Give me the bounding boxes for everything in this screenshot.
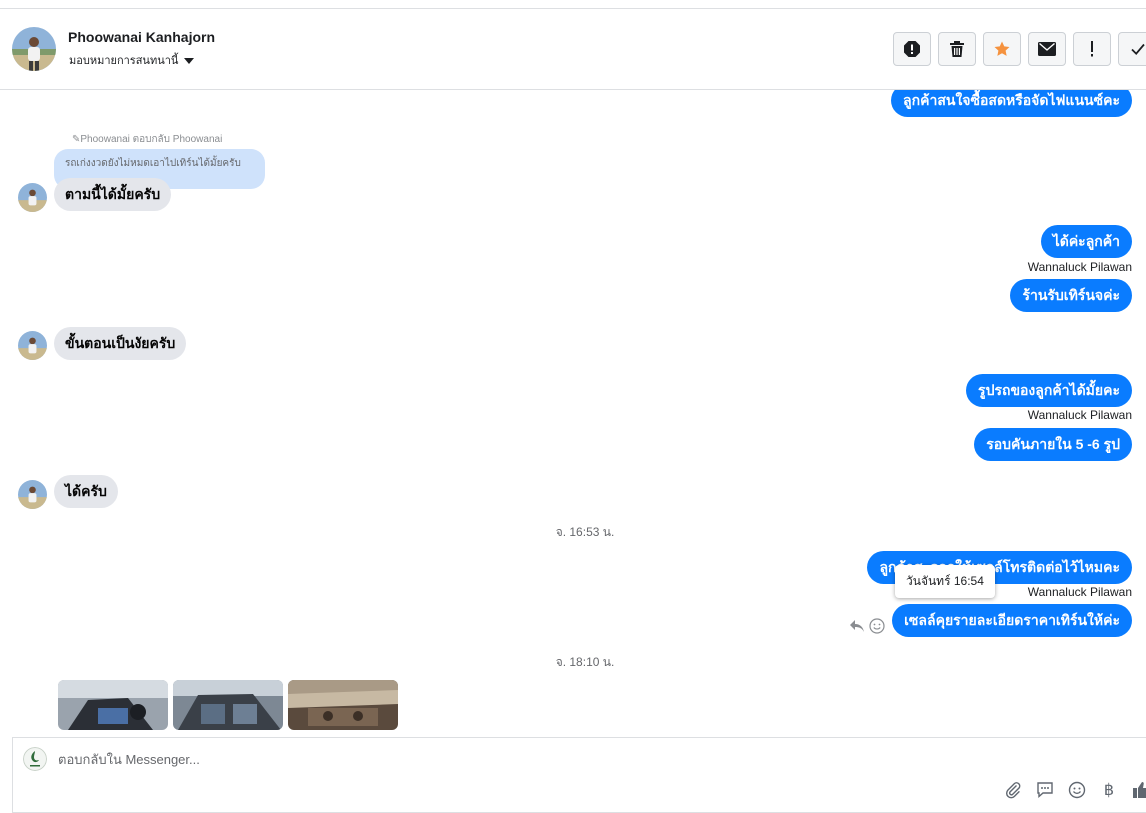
sender-name: Wannaluck Pilawan: [1027, 408, 1132, 422]
timestamp-divider: จ. 18:10 น.: [555, 655, 615, 669]
sender-name: Wannaluck Pilawan: [1027, 585, 1132, 599]
attach-button[interactable]: [1003, 780, 1023, 800]
message-thread[interactable]: ลูกค้าสนใจซื้อสดหรือจัดไฟแนนซ์คะ ✎Phoowa…: [0, 90, 1146, 730]
mark-done-button[interactable]: [1118, 32, 1146, 66]
message-outgoing[interactable]: เซลล์คุยรายละเอียดราคาเทิร์นให้ค่ะ: [892, 604, 1132, 637]
message-outgoing[interactable]: ลูกค้าสนใจซื้อสดหรือจัดไฟแนนซ์คะ: [891, 90, 1132, 117]
message-outgoing[interactable]: รูปรถของลูกค้าได้มั้ยคะ: [966, 374, 1132, 407]
baht-icon: ฿: [1103, 782, 1115, 799]
page-avatar: [23, 747, 47, 771]
mark-spam-button[interactable]: [893, 32, 931, 66]
contact-avatar-small: [18, 331, 47, 360]
star-icon: [994, 41, 1010, 56]
attachment-photo[interactable]: [288, 680, 398, 730]
caret-down-icon: [184, 57, 195, 64]
message-incoming[interactable]: ตามนี้ได้มั้ยครับ: [54, 178, 172, 211]
attachment-photo[interactable]: [58, 680, 168, 730]
mark-unread-button[interactable]: [1028, 32, 1066, 66]
assign-conversation-dropdown[interactable]: มอบหมายการสนทนานี้: [69, 51, 195, 69]
message-outgoing[interactable]: ได้ค่ะลูกค้า: [1040, 225, 1132, 258]
follow-up-button[interactable]: [1073, 32, 1111, 66]
attachment-photo[interactable]: [173, 680, 283, 730]
timestamp-divider: จ. 16:53 น.: [555, 525, 615, 539]
reply-composer: ฿: [12, 737, 1146, 813]
message-outgoing[interactable]: ร้านรับเทิร์นจค่ะ: [1010, 279, 1132, 312]
reply-icon[interactable]: [849, 619, 865, 633]
payment-button[interactable]: ฿: [1099, 780, 1119, 800]
trash-icon: [950, 41, 964, 57]
header-actions: [893, 32, 1146, 66]
sender-name: Wannaluck Pilawan: [1027, 260, 1132, 274]
paperclip-icon: [1005, 782, 1021, 799]
envelope-icon: [1038, 42, 1056, 56]
delete-button[interactable]: [938, 32, 976, 66]
contact-avatar-small: [18, 183, 47, 212]
react-emoji-icon[interactable]: [869, 618, 885, 634]
like-icon: [1133, 782, 1146, 798]
message-incoming[interactable]: ได้ครับ: [54, 475, 118, 508]
conversation-header: Phoowanai Kanhajorn มอบหมายการสนทนานี้: [0, 9, 1146, 90]
check-icon: [1131, 43, 1145, 56]
contact-avatar[interactable]: [12, 27, 56, 71]
contact-avatar-small: [18, 480, 47, 509]
exclamation-icon: [1091, 41, 1093, 57]
message-outgoing[interactable]: รอบคันภายใน 5 -6 รูป: [974, 428, 1132, 461]
timestamp-tooltip: วันจันทร์ 16:54: [895, 565, 995, 598]
spam-icon: [904, 41, 920, 57]
message-incoming[interactable]: ขั้นตอนเป็นงัยครับ: [54, 327, 187, 360]
star-button[interactable]: [983, 32, 1021, 66]
message-input[interactable]: [58, 752, 658, 767]
composer-tools: ฿: [1003, 780, 1146, 800]
like-button[interactable]: [1131, 780, 1146, 800]
saved-reply-icon: [1037, 782, 1053, 799]
saved-replies-button[interactable]: [1035, 780, 1055, 800]
assign-label: มอบหมายการสนทนานี้: [69, 55, 179, 67]
contact-name[interactable]: Phoowanai Kanhajorn: [68, 29, 215, 45]
photo-attachments: [58, 680, 398, 730]
reply-context-label: ✎Phoowanai ตอบกลับ Phoowanai: [72, 134, 223, 145]
emoji-button[interactable]: [1067, 780, 1087, 800]
emoji-icon: [1068, 781, 1086, 799]
